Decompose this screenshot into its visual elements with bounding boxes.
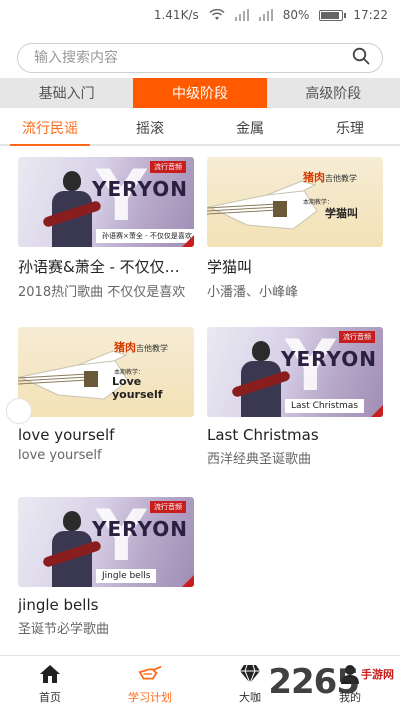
card-subtitle: 2018热门歌曲 不仅仅是喜欢 — [18, 285, 186, 300]
lesson-name: 学猫叫 — [325, 207, 358, 220]
clock: 17:22 — [353, 8, 388, 22]
series-subtitle: 吉他教学 — [325, 174, 357, 183]
course-card[interactable]: 猪肉吉他教学 本期教学： 学猫叫 学猫叫 小潘潘、小峰峰 — [207, 157, 383, 300]
course-card[interactable]: Y 流行音频 YERYON Last Christmas Last Christ… — [207, 327, 383, 467]
thumbnail-caption: 孙语赛×萧全 - 不仅仅是喜欢 — [96, 229, 194, 243]
brand-logo: YERYON — [281, 347, 377, 371]
tab-music-theory[interactable]: 乐理 — [300, 112, 400, 144]
thumbnail-badge: 流行音频 — [150, 161, 186, 173]
series-title: 猪肉吉他教学 — [303, 169, 357, 185]
brand-logo: YERYON — [92, 517, 188, 541]
corner-mark — [182, 575, 194, 587]
search-input[interactable] — [34, 50, 352, 66]
nav-label: 学习计划 — [128, 691, 172, 704]
tab-advanced[interactable]: 高级阶段 — [267, 78, 400, 108]
tab-intermediate[interactable]: 中级阶段 — [133, 78, 267, 108]
card-subtitle: 小潘潘、小峰峰 — [207, 285, 299, 300]
course-thumbnail[interactable]: Y 流行音频 YERYON Last Christmas — [207, 327, 383, 417]
card-title[interactable]: 孙语赛&萧全 - 不仅仅是喜欢 — [18, 256, 194, 277]
battery-icon — [319, 9, 347, 21]
series-title: 猪肉吉他教学 — [114, 339, 168, 355]
search-bar[interactable] — [17, 43, 383, 73]
tab-rock[interactable]: 摇滚 — [100, 112, 200, 144]
status-bar: 1.41K/s 80% 17:22 — [0, 0, 400, 30]
course-thumbnail[interactable]: 猪肉吉他教学 本期教学： Love yourself — [18, 327, 194, 417]
tab-pop-folk[interactable]: 流行民谣 — [0, 112, 100, 146]
card-title[interactable]: Last Christmas — [207, 426, 383, 444]
battery-percent: 80% — [282, 8, 310, 22]
search-icon[interactable] — [352, 47, 370, 69]
course-card[interactable]: 猪肉吉他教学 本期教学： Love yourself love yourself… — [18, 327, 194, 463]
series-subtitle: 吉他教学 — [136, 344, 168, 353]
nav-label: 大咖 — [239, 691, 261, 704]
course-card[interactable]: Y 流行音频 YERYON 孙语赛×萧全 - 不仅仅是喜欢 孙语赛&萧全 - 不… — [18, 157, 194, 300]
thumbnail-caption: Last Christmas — [285, 399, 364, 413]
category-tabs: 流行民谣 摇滚 金属 乐理 — [0, 112, 400, 146]
course-thumbnail[interactable]: 猪肉吉他教学 本期教学： 学猫叫 — [207, 157, 383, 247]
floating-handle[interactable] — [6, 398, 32, 424]
card-subtitle: 圣诞节必学歌曲 — [18, 622, 110, 637]
corner-mark — [371, 405, 383, 417]
watermark-text: 手游网 — [361, 668, 394, 681]
tab-metal[interactable]: 金属 — [200, 112, 300, 144]
network-speed: 1.41K/s — [153, 8, 199, 22]
course-thumbnail[interactable]: Y 流行音频 YERYON 孙语赛×萧全 - 不仅仅是喜欢 — [18, 157, 194, 247]
watermark-logo: 2265 手游网 — [268, 662, 394, 702]
corner-mark — [182, 235, 194, 247]
guitar-icon — [138, 662, 162, 686]
thumbnail-badge: 流行音频 — [339, 331, 375, 343]
diamond-icon — [238, 662, 262, 686]
card-subtitle: love yourself — [18, 448, 102, 463]
card-subtitle: 西洋经典圣诞歌曲 — [207, 452, 312, 467]
wifi-icon — [209, 9, 225, 21]
course-card[interactable]: Y 流行音频 YERYON Jingle bells jingle bells … — [18, 497, 194, 637]
brand-logo: YERYON — [92, 177, 188, 201]
level-tabs: 基础入门 中级阶段 高级阶段 — [0, 78, 400, 108]
watermark-number: 2265 — [268, 662, 360, 702]
card-title[interactable]: love yourself — [18, 426, 194, 444]
thumbnail-badge: 流行音频 — [150, 501, 186, 513]
signal-icon — [234, 9, 249, 21]
course-thumbnail[interactable]: Y 流行音频 YERYON Jingle bells — [18, 497, 194, 587]
tab-basic[interactable]: 基础入门 — [0, 78, 133, 108]
lesson-name: Love yourself — [112, 375, 163, 401]
thumbnail-caption: Jingle bells — [96, 569, 157, 583]
nav-study-plan[interactable]: 学习计划 — [100, 656, 200, 711]
card-title[interactable]: 学猫叫 — [207, 256, 383, 277]
series-name: 猪肉 — [114, 341, 136, 354]
home-icon — [38, 662, 62, 686]
card-title[interactable]: jingle bells — [18, 596, 194, 614]
nav-home[interactable]: 首页 — [0, 656, 100, 711]
nav-label: 首页 — [39, 691, 61, 704]
signal-icon-2 — [258, 9, 273, 21]
series-name: 猪肉 — [303, 171, 325, 184]
